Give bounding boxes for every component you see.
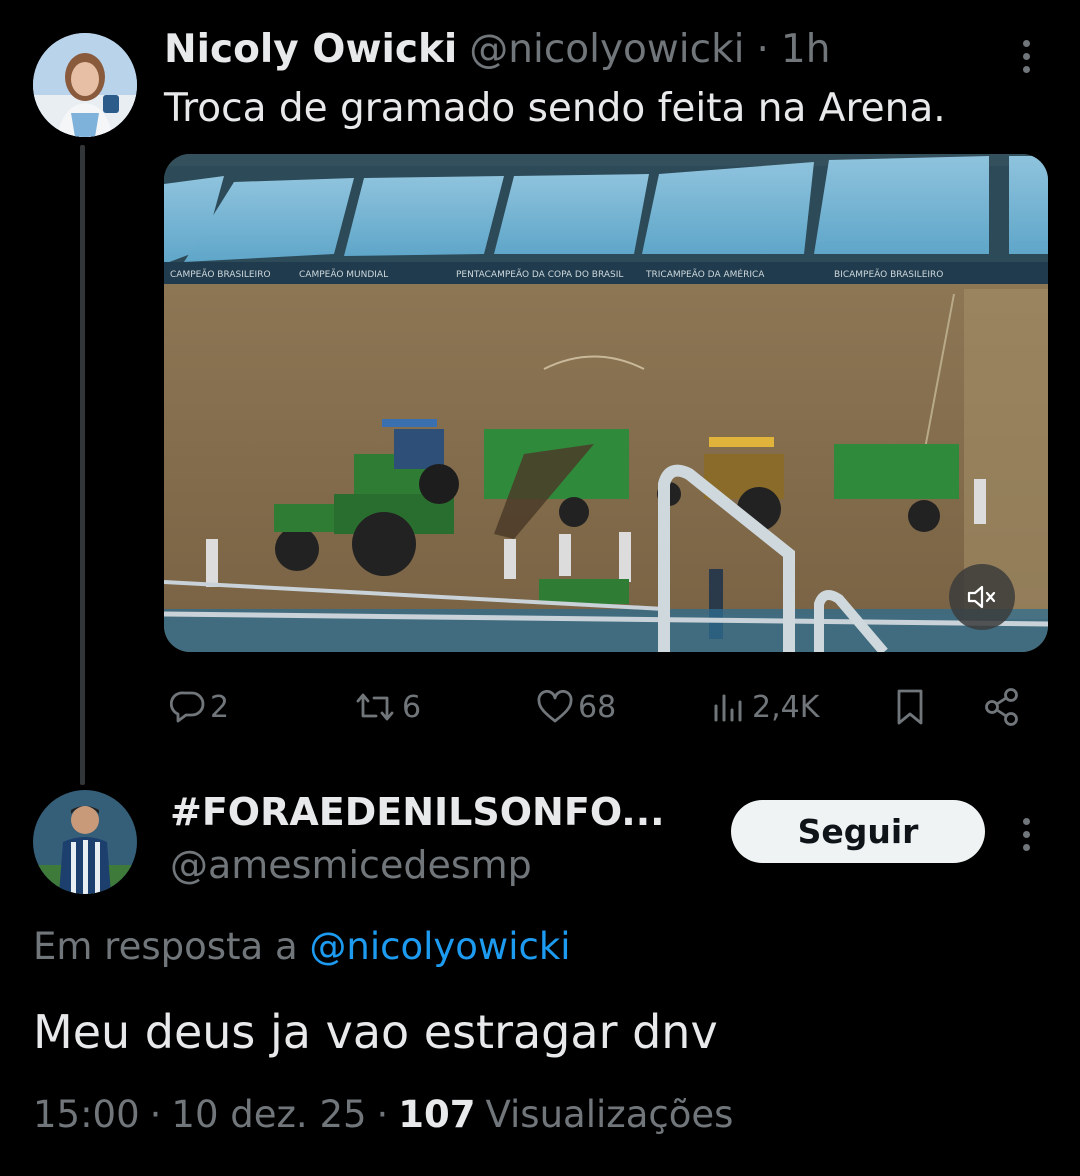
tweet-time[interactable]: 1h: [781, 27, 831, 72]
meta-separator-1: ·: [149, 1093, 162, 1136]
views-action[interactable]: 2,4K: [712, 682, 819, 732]
reply-author-name[interactable]: #FORAEDENILSONFO...: [170, 790, 665, 834]
banner-2: CAMPEÃO MUNDIAL: [299, 269, 388, 280]
share-action[interactable]: [982, 682, 1022, 732]
avatar-nicoly[interactable]: [33, 33, 137, 137]
avatar-amesmicedesmp-image: [33, 790, 137, 894]
meta-separator: ·: [756, 27, 769, 72]
reply-context: Em resposta a @nicolyowicki: [33, 925, 571, 968]
tweet-video[interactable]: CAMPEÃO BRASILEIRO CAMPEÃO MUNDIAL PENTA…: [164, 154, 1048, 652]
more-options-icon[interactable]: [1020, 40, 1032, 79]
retweet-action[interactable]: 6: [352, 682, 421, 732]
share-icon: [985, 688, 1018, 726]
reply-icon: [170, 691, 205, 723]
like-count: 68: [578, 689, 617, 725]
stadium-video-frame: CAMPEÃO BRASILEIRO CAMPEÃO MUNDIAL PENTA…: [164, 154, 1048, 652]
like-action[interactable]: 68: [536, 682, 616, 732]
avatar-nicoly-image: [33, 33, 137, 137]
reply-date[interactable]: 10 dez. 25: [171, 1093, 366, 1136]
reply-meta: 15:00 · 10 dez. 25 · 107 Visualizações: [33, 1093, 733, 1136]
reply-action[interactable]: 2: [170, 682, 229, 732]
reply-views-label[interactable]: Visualizações: [486, 1093, 734, 1136]
tweet-text: Troca de gramado sendo feita na Arena.: [164, 86, 946, 131]
reply-text: Meu deus ja vao estragar dnv: [33, 1005, 718, 1059]
reply-views-count[interactable]: 107: [398, 1093, 475, 1136]
banner-1: CAMPEÃO BRASILEIRO: [170, 269, 271, 280]
reply-more-options-icon[interactable]: [1020, 818, 1032, 857]
follow-button[interactable]: Seguir: [731, 800, 985, 863]
bookmark-icon: [897, 689, 923, 725]
meta-separator-2: ·: [376, 1093, 389, 1136]
views-icon: [714, 694, 742, 722]
thread-line: [80, 145, 85, 785]
views-count: 2,4K: [752, 689, 820, 725]
retweet-icon: [356, 693, 394, 721]
banner-4: TRICAMPEÃO DA AMÉRICA: [645, 268, 765, 280]
retweet-count: 6: [402, 689, 422, 725]
bookmark-action[interactable]: [893, 682, 927, 732]
reply-to-link[interactable]: @nicolyowicki: [309, 925, 570, 968]
reply-prefix: Em resposta a: [33, 925, 298, 968]
banner-5: BICAMPEÃO BRASILEIRO: [834, 269, 943, 280]
reply-author-handle[interactable]: @amesmicedesmp: [170, 843, 532, 887]
reply-count: 2: [210, 689, 230, 725]
mute-icon: [967, 585, 996, 609]
reply-time[interactable]: 15:00: [33, 1093, 140, 1136]
avatar-amesmicedesmp[interactable]: [33, 790, 137, 894]
heart-icon: [537, 690, 573, 723]
banner-3: PENTACAMPEÃO DA COPA DO BRASIL: [456, 269, 623, 280]
author-name[interactable]: Nicoly Owicki: [164, 27, 457, 72]
author-handle[interactable]: @nicolyowicki: [469, 27, 744, 72]
mute-button[interactable]: [949, 564, 1015, 630]
